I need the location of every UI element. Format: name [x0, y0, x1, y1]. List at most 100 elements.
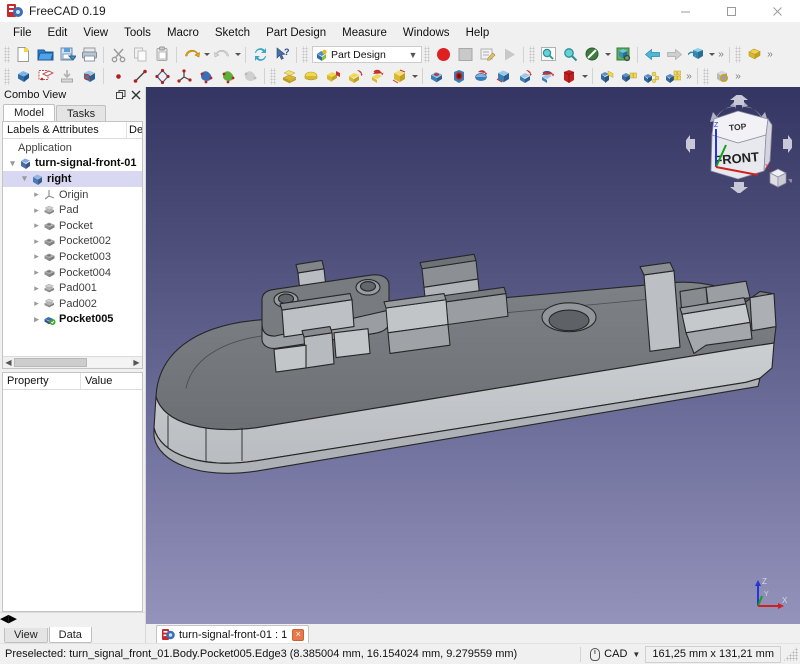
tab-view[interactable]: View	[4, 628, 48, 643]
tree-expander-closed-icon[interactable]: ▸	[31, 298, 42, 309]
toolbar-grip[interactable]	[424, 46, 430, 64]
tree-header-labels[interactable]: Labels & Attributes	[3, 122, 126, 138]
mirrored-button[interactable]	[596, 66, 618, 87]
boolean-button[interactable]	[711, 66, 733, 87]
menu-sketch[interactable]: Sketch	[207, 25, 258, 43]
tree-horizontal-scrollbar[interactable]: ◀ ▶	[3, 356, 142, 368]
3d-viewport[interactable]: TOP FRONT Z X Z Y X	[146, 87, 800, 624]
document-tab[interactable]: turn-signal-front-01 : 1 ×	[156, 625, 310, 643]
subtractive-box-button[interactable]	[558, 66, 580, 87]
scrollbar-thumb[interactable]	[14, 358, 87, 367]
menu-macro[interactable]: Macro	[159, 25, 207, 43]
tab-tasks[interactable]: Tasks	[55, 105, 107, 121]
tree-expander-open-icon[interactable]: ▾	[7, 158, 18, 169]
view-section-dropdown-arrow-icon[interactable]	[707, 44, 716, 65]
hole-button[interactable]	[448, 66, 470, 87]
axonometric-view-button[interactable]	[612, 44, 634, 65]
zoom-button[interactable]	[559, 44, 581, 65]
save-document-button[interactable]	[56, 44, 78, 65]
tree-expander-closed-icon[interactable]: ▸	[31, 236, 42, 247]
create-datum-button[interactable]	[173, 66, 195, 87]
additive-helix-button[interactable]	[366, 66, 388, 87]
redo-button[interactable]	[211, 44, 233, 65]
redo-dropdown-arrow-icon[interactable]	[233, 44, 242, 65]
tree-item-pocket004[interactable]: ▸ Pocket004	[3, 265, 142, 281]
additive-pipe-button[interactable]	[344, 66, 366, 87]
linear-pattern-button[interactable]	[618, 66, 640, 87]
close-panel-icon[interactable]	[128, 88, 143, 102]
refresh-button[interactable]	[249, 44, 271, 65]
create-shape-blue-button[interactable]	[195, 66, 217, 87]
scroll-right-icon[interactable]: ▶	[131, 358, 142, 367]
toolbar-grip[interactable]	[4, 67, 10, 85]
tree-item-document[interactable]: ▾ turn-signal-front-01	[3, 156, 142, 172]
value-column-header[interactable]: Value	[81, 373, 142, 389]
tree-expander-closed-icon[interactable]: ▸	[31, 267, 42, 278]
subtractive-loft-button[interactable]	[492, 66, 514, 87]
toolbar-grip[interactable]	[735, 46, 741, 64]
copy-button[interactable]	[129, 44, 151, 65]
scrollbar-track[interactable]	[14, 358, 131, 367]
maximize-button[interactable]	[708, 0, 754, 23]
float-window-icon[interactable]	[113, 88, 128, 102]
additive-loft-button[interactable]	[322, 66, 344, 87]
toolbar-overflow-button[interactable]: »	[716, 49, 726, 60]
additive-dropdown-arrow-icon[interactable]	[410, 66, 419, 87]
create-sketch2-button[interactable]	[34, 66, 56, 87]
validate-sketch-button[interactable]	[498, 44, 520, 65]
undo-dropdown-arrow-icon[interactable]	[202, 44, 211, 65]
tree-expander-closed-icon[interactable]: ▸	[31, 189, 42, 200]
minimize-button[interactable]	[662, 0, 708, 23]
create-sketch-button[interactable]	[454, 44, 476, 65]
subtractive-helix-button[interactable]	[536, 66, 558, 87]
tree-expander-open-icon[interactable]: ▾	[19, 173, 30, 184]
additive-box-button[interactable]	[388, 66, 410, 87]
navigation-mode-selector[interactable]: CAD ▼	[585, 646, 645, 663]
menu-measure[interactable]: Measure	[334, 25, 395, 43]
tree-item-pocket002[interactable]: ▸ Pocket002	[3, 234, 142, 250]
workbench-selector[interactable]: Part Design ▼	[312, 46, 422, 64]
create-polyline-button[interactable]	[151, 66, 173, 87]
scroll-left-icon[interactable]: ◀	[3, 358, 14, 367]
tree-expander-closed-icon[interactable]: ▸	[31, 251, 42, 262]
menu-part-design[interactable]: Part Design	[258, 25, 334, 43]
menu-tools[interactable]: Tools	[116, 25, 159, 43]
paste-button[interactable]	[151, 44, 173, 65]
tree-item-pad002[interactable]: ▸ Pad002	[3, 296, 142, 312]
resize-grip-icon[interactable]	[784, 647, 798, 661]
fit-all-button[interactable]	[537, 44, 559, 65]
undo-button[interactable]	[180, 44, 202, 65]
edit-sketch-button[interactable]	[476, 44, 498, 65]
create-shape-grey-button[interactable]	[239, 66, 261, 87]
cut-button[interactable]	[107, 44, 129, 65]
property-column-header[interactable]: Property	[3, 373, 81, 389]
toolbar-overflow-button[interactable]: »	[684, 71, 694, 82]
tree-item-pocket005[interactable]: ▸ Pocket005	[3, 312, 142, 328]
create-point-button[interactable]	[107, 66, 129, 87]
tree-expander-closed-icon[interactable]: ▸	[31, 205, 42, 216]
property-horizontal-scrollbar[interactable]: ◀ ▶	[0, 612, 145, 625]
property-list[interactable]	[3, 390, 142, 611]
create-shape-green-button[interactable]	[217, 66, 239, 87]
view-section-button[interactable]	[685, 44, 707, 65]
menu-view[interactable]: View	[75, 25, 116, 43]
toolbar-grip[interactable]	[302, 46, 308, 64]
revolution-button[interactable]	[300, 66, 322, 87]
menu-edit[interactable]: Edit	[40, 25, 76, 43]
tab-model[interactable]: Model	[3, 104, 55, 121]
part-design-body-button[interactable]	[12, 66, 34, 87]
print-button[interactable]	[78, 44, 100, 65]
tree-item-pad001[interactable]: ▸ Pad001	[3, 280, 142, 296]
tree-expander-closed-icon[interactable]: ▸	[31, 283, 42, 294]
toolbar-grip[interactable]	[270, 67, 276, 85]
next-view-button[interactable]	[663, 44, 685, 65]
tree-expander-closed-icon[interactable]: ▸	[31, 220, 42, 231]
tree-item-pad[interactable]: ▸ Pad	[3, 202, 142, 218]
tab-data[interactable]: Data	[48, 627, 92, 643]
toolbar-grip[interactable]	[703, 67, 709, 85]
navigation-cube[interactable]: TOP FRONT Z X	[686, 95, 792, 193]
menu-help[interactable]: Help	[458, 25, 498, 43]
measure-button[interactable]	[743, 44, 765, 65]
create-body-button[interactable]	[432, 44, 454, 65]
new-document-button[interactable]	[12, 44, 34, 65]
